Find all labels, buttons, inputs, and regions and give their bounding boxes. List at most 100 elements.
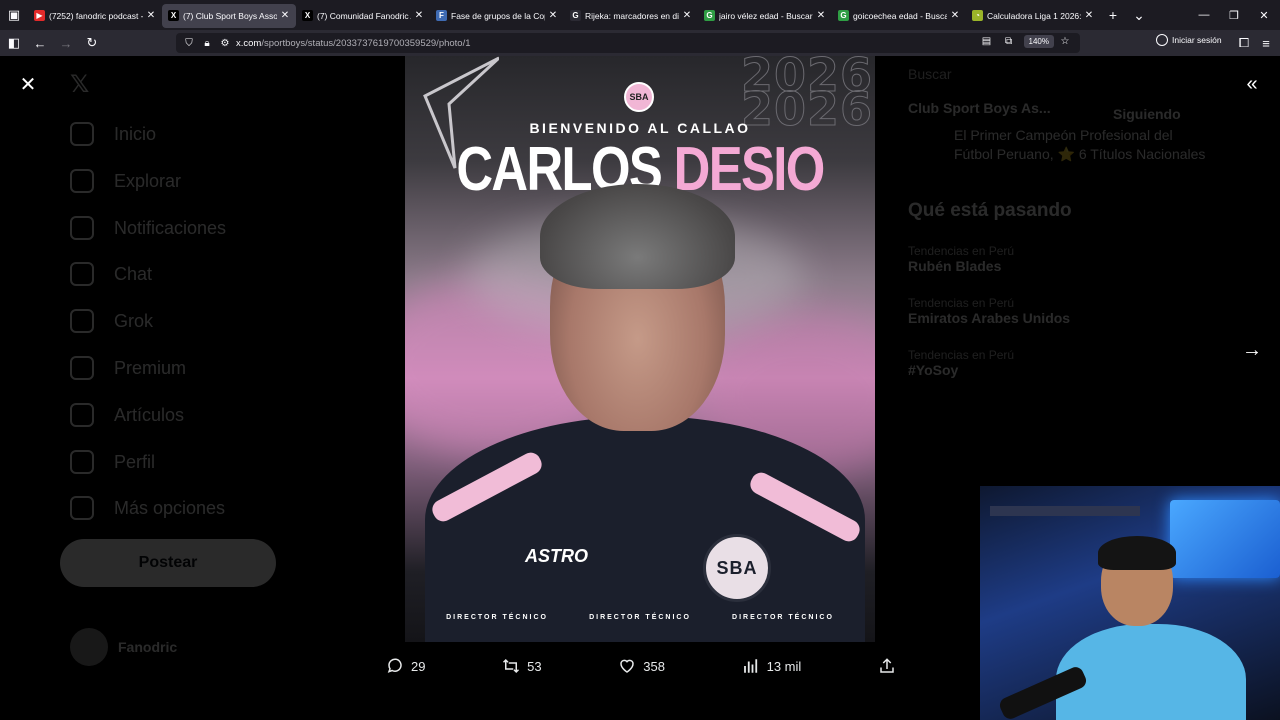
webcam-overlay: [980, 486, 1280, 720]
share-button[interactable]: [878, 657, 896, 675]
sidebar-item: Notificaciones: [70, 216, 226, 240]
extensions-icon[interactable]: ⧠: [1232, 31, 1256, 55]
tab-title: goicoechea edad - Buscar c: [853, 10, 947, 21]
shelf: [990, 506, 1140, 516]
browser-tab[interactable]: Gjairo vélez edad - Buscar co✕: [698, 4, 832, 28]
lock-icon[interactable]: 🔒︎: [200, 38, 214, 49]
firefox-view-icon[interactable]: ▣: [0, 0, 28, 30]
browser-tab[interactable]: Ggoicoechea edad - Buscar c✕: [832, 4, 966, 28]
window-close-icon[interactable]: ✕: [1248, 0, 1280, 30]
sidebar-item: Artículos: [70, 403, 184, 427]
bookmark-star-icon[interactable]: ☆: [1058, 36, 1072, 47]
coach-hair: [540, 184, 735, 289]
new-tab-button[interactable]: +: [1100, 0, 1126, 30]
permissions-icon[interactable]: ⚙: [218, 38, 232, 49]
browser-nav-bar: ◧ ← → ↻ ⛉ 🔒︎ ⚙ x.com/sportboys/status/20…: [0, 30, 1280, 56]
reader-view-icon[interactable]: ▤: [980, 36, 994, 47]
menu-icon[interactable]: ≡: [1254, 31, 1278, 55]
role-caption: DIRECTOR TÉCNICO: [446, 614, 548, 621]
close-viewer-icon[interactable]: ✕: [16, 72, 40, 96]
profile-text: Fanodric: [118, 639, 177, 655]
tab-title: Rijeka: marcadores en direc: [585, 10, 679, 21]
club-crest-icon: SBA: [624, 82, 654, 112]
restore-icon[interactable]: ❐: [1218, 0, 1250, 30]
collapse-panel-icon[interactable]: «: [1240, 72, 1264, 96]
like-count: 358: [643, 658, 665, 674]
screenshot-icon[interactable]: ⧉: [1002, 36, 1016, 47]
signin-button[interactable]: Iniciar sesión: [1156, 34, 1222, 46]
x-logo-icon: 𝕏: [70, 71, 90, 98]
trend-name: #YoSoy: [908, 362, 959, 378]
trend-item: Tendencias en Perú Rubén Blades: [908, 244, 1208, 274]
tab-close-icon[interactable]: ✕: [816, 10, 826, 21]
browser-tab[interactable]: X (7) Comunidad Fanodric Ar ✕: [296, 4, 430, 28]
tab-close-icon[interactable]: ✕: [146, 10, 156, 21]
views-chart-icon: [742, 657, 760, 675]
right-column: Buscar Club Sport Boys As... Siguiendo E…: [908, 66, 1208, 378]
tracking-protection-icon[interactable]: ⛉: [182, 38, 196, 49]
like-button[interactable]: 358: [618, 657, 665, 675]
reply-button[interactable]: 29: [386, 657, 425, 675]
browser-tab[interactable]: X (7) Club Sport Boys Associa✕: [162, 3, 296, 28]
views-button[interactable]: 13 mil: [742, 657, 802, 675]
sidebar-toggle-icon[interactable]: ◧: [2, 31, 26, 55]
trend-name: Emiratos Arabes Unidos: [908, 310, 1071, 326]
streamer-hair: [1098, 536, 1176, 570]
tab-favicon-icon: X: [302, 10, 313, 21]
tab-close-icon[interactable]: ✕: [1084, 10, 1094, 21]
coach-jacket: [425, 416, 865, 642]
chest-crest-icon: SBA: [703, 534, 771, 602]
tab-close-icon[interactable]: ✕: [414, 10, 424, 21]
sidebar-item-icon: [70, 403, 94, 427]
minimize-icon[interactable]: —: [1188, 0, 1220, 30]
share-icon: [878, 657, 896, 675]
sidebar-item-label: Explorar: [114, 170, 182, 191]
streamer-shirt: [1056, 624, 1246, 720]
account-bio: El Primer Campeón Profesional del Fútbol…: [954, 127, 1206, 162]
browser-tab-strip: ▣ ▶ (7252) fanodric podcast - Y ✕ X (7) Club…: [0, 0, 1280, 30]
forward-button[interactable]: →: [54, 31, 78, 55]
repost-button[interactable]: 53: [502, 657, 542, 675]
tab-title: (7) Club Sport Boys Associa: [183, 10, 277, 21]
sidebar-item-icon: [70, 122, 94, 146]
sidebar-item-label: Perfil: [114, 451, 156, 472]
tab-list-dropdown-icon[interactable]: ⌄: [1126, 0, 1152, 30]
tab-close-icon[interactable]: ✕: [950, 10, 960, 21]
browser-tab[interactable]: ▶ (7252) fanodric podcast - Y ✕: [28, 4, 162, 28]
tab-close-icon[interactable]: ✕: [682, 10, 692, 21]
tab-close-icon[interactable]: ✕: [548, 10, 558, 21]
back-button[interactable]: ←: [28, 31, 52, 55]
browser-tab[interactable]: F Fase de grupos de la Copa ✕: [430, 4, 564, 28]
sidebar-item-label: Inicio: [114, 123, 157, 144]
tab-title: jairo vélez edad - Buscar co: [719, 10, 813, 21]
browser-tab[interactable]: G Rijeka: marcadores en direc✕: [564, 4, 698, 28]
sidebar-item-label: Notificaciones: [114, 217, 227, 238]
repost-count: 53: [527, 658, 542, 674]
url-bar[interactable]: ⛉ 🔒︎ ⚙ x.com/sportboys/status/2033737619…: [176, 33, 1080, 53]
role-captions: DIRECTOR TÉCNICO DIRECTOR TÉCNICO DIRECT…: [405, 614, 875, 621]
tab-title: (7252) fanodric podcast - Y: [49, 10, 143, 21]
trend-item: Tendencias en Perú #YoSoy: [908, 348, 1208, 378]
sidebar-item-icon: [70, 450, 94, 474]
trend-context: Tendencias en Perú: [908, 296, 1015, 310]
tab-list-container: ▶ (7252) fanodric podcast - Y ✕ X (7) Club S…: [28, 3, 1100, 28]
views-count: 13 mil: [766, 658, 802, 674]
role-caption: DIRECTOR TÉCNICO: [589, 614, 691, 621]
reload-button[interactable]: ↻: [80, 31, 104, 55]
tab-title: Calculadora Liga 1 2026: ta: [987, 10, 1081, 21]
tab-close-icon[interactable]: ✕: [280, 10, 290, 21]
avatar: [70, 628, 108, 666]
tab-favicon-icon: ◔: [972, 10, 983, 21]
next-photo-icon[interactable]: →: [1240, 338, 1264, 362]
browser-tab[interactable]: ◔ Calculadora Liga 1 2026: ta ✕: [966, 4, 1100, 28]
sidebar-item: Explorar: [70, 169, 181, 193]
search-input: Buscar: [908, 66, 952, 82]
tab-title: (7) Comunidad Fanodric Ar: [317, 10, 411, 21]
heart-icon: [618, 657, 636, 675]
sidebar-item: Premium: [70, 356, 186, 380]
zoom-level-button[interactable]: 140%: [1023, 35, 1054, 48]
tab-favicon-icon: F: [436, 10, 447, 21]
reply-count: 29: [411, 658, 426, 674]
sidebar-item: Grok: [70, 309, 153, 333]
sidebar-item-icon: [70, 356, 94, 380]
